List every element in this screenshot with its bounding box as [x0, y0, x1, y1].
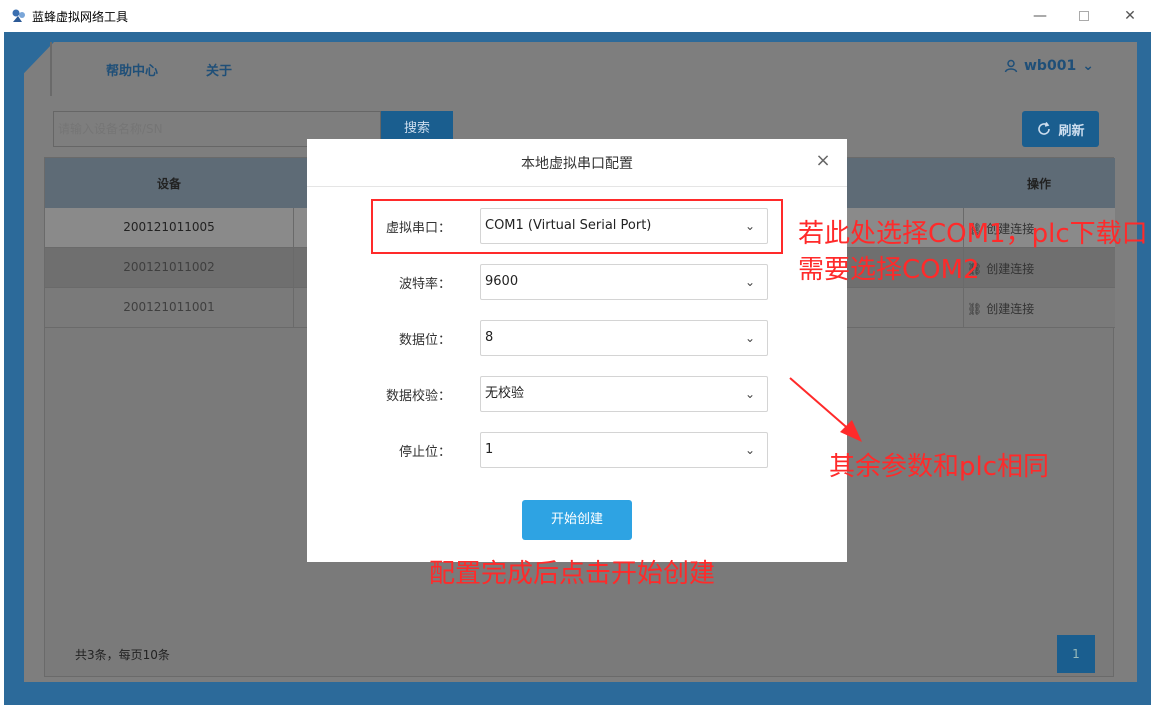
select-value: 1: [485, 442, 494, 457]
field-label: 数据校验：: [385, 389, 451, 404]
field-label: 停止位：: [398, 445, 451, 460]
minimize-icon: —: [1033, 8, 1047, 24]
chevron-down-icon: ⌄: [744, 443, 755, 457]
column-action: 操作: [1027, 177, 1052, 191]
column-device: 设备: [157, 177, 182, 191]
link-icon: ⛓: [967, 301, 983, 316]
select-value: 9600: [485, 274, 519, 289]
data-bits-select[interactable]: 8 ⌄: [480, 320, 768, 356]
window-title: 蓝蜂虚拟网络工具: [32, 10, 129, 24]
select-value: 8: [485, 330, 494, 345]
annotation-highlight-box: [371, 199, 783, 254]
refresh-button[interactable]: 刷新: [1022, 111, 1099, 147]
nav-help-center[interactable]: 帮助中心: [106, 60, 158, 79]
device-sn: 200121011005: [123, 220, 215, 234]
user-icon: [1004, 59, 1018, 73]
field-label: 数据位：: [398, 333, 451, 348]
dialog-close-button[interactable]: ×: [813, 151, 833, 171]
pagination-summary: 共3条，每页10条: [75, 648, 170, 662]
refresh-icon: [1038, 122, 1051, 135]
chevron-down-icon: ⌄: [744, 387, 755, 401]
maximize-button[interactable]: [1061, 0, 1107, 32]
field-label: 波特率：: [398, 277, 451, 292]
select-value: 无校验: [485, 386, 525, 401]
chevron-down-icon: ⌄: [744, 275, 755, 289]
user-menu[interactable]: wb001 ⌄: [1004, 58, 1094, 74]
chevron-down-icon: ⌄: [744, 331, 755, 345]
refresh-label: 刷新: [1058, 123, 1085, 139]
annotation-port-note: 若此处选择COM1，plc下载口需要选择COM2: [798, 219, 1148, 285]
close-icon: ✕: [1124, 8, 1136, 24]
create-connection-label: 创建连接: [986, 302, 1035, 316]
column-divider: [293, 288, 294, 328]
baud-rate-select[interactable]: 9600 ⌄: [480, 264, 768, 300]
start-create-button[interactable]: 开始创建: [522, 500, 632, 540]
column-divider: [293, 248, 294, 288]
header-divider: [50, 42, 52, 96]
create-connection-link[interactable]: ⛓ 创建连接: [967, 300, 1034, 317]
parity-select[interactable]: 无校验 ⌄: [480, 376, 768, 412]
corner-fold: [4, 42, 54, 94]
column-divider: [293, 208, 294, 248]
nav-about[interactable]: 关于: [206, 60, 232, 79]
username: wb001: [1024, 58, 1077, 74]
device-sn: 200121011002: [123, 260, 215, 274]
chevron-down-icon: ⌄: [1082, 58, 1094, 74]
maximize-icon: [1079, 11, 1089, 21]
stop-bits-select[interactable]: 1 ⌄: [480, 432, 768, 468]
annotation-create-note: 配置完成后点击开始创建: [429, 559, 716, 589]
dialog-title: 本地虚拟串口配置: [307, 139, 847, 187]
app-header: 帮助中心 关于 wb001 ⌄: [4, 42, 1137, 96]
annotation-arrow-icon: [789, 377, 862, 442]
minimize-button[interactable]: —: [1017, 0, 1063, 32]
column-divider: [963, 288, 964, 328]
app-logo-icon: [12, 9, 25, 22]
annotation-params-note: 其余参数和plc相同: [829, 452, 1050, 482]
page-button[interactable]: 1: [1057, 635, 1095, 673]
device-sn: 200121011001: [123, 300, 215, 314]
title-bar: 蓝蜂虚拟网络工具 — ✕: [0, 0, 1155, 32]
close-window-button[interactable]: ✕: [1107, 0, 1153, 32]
